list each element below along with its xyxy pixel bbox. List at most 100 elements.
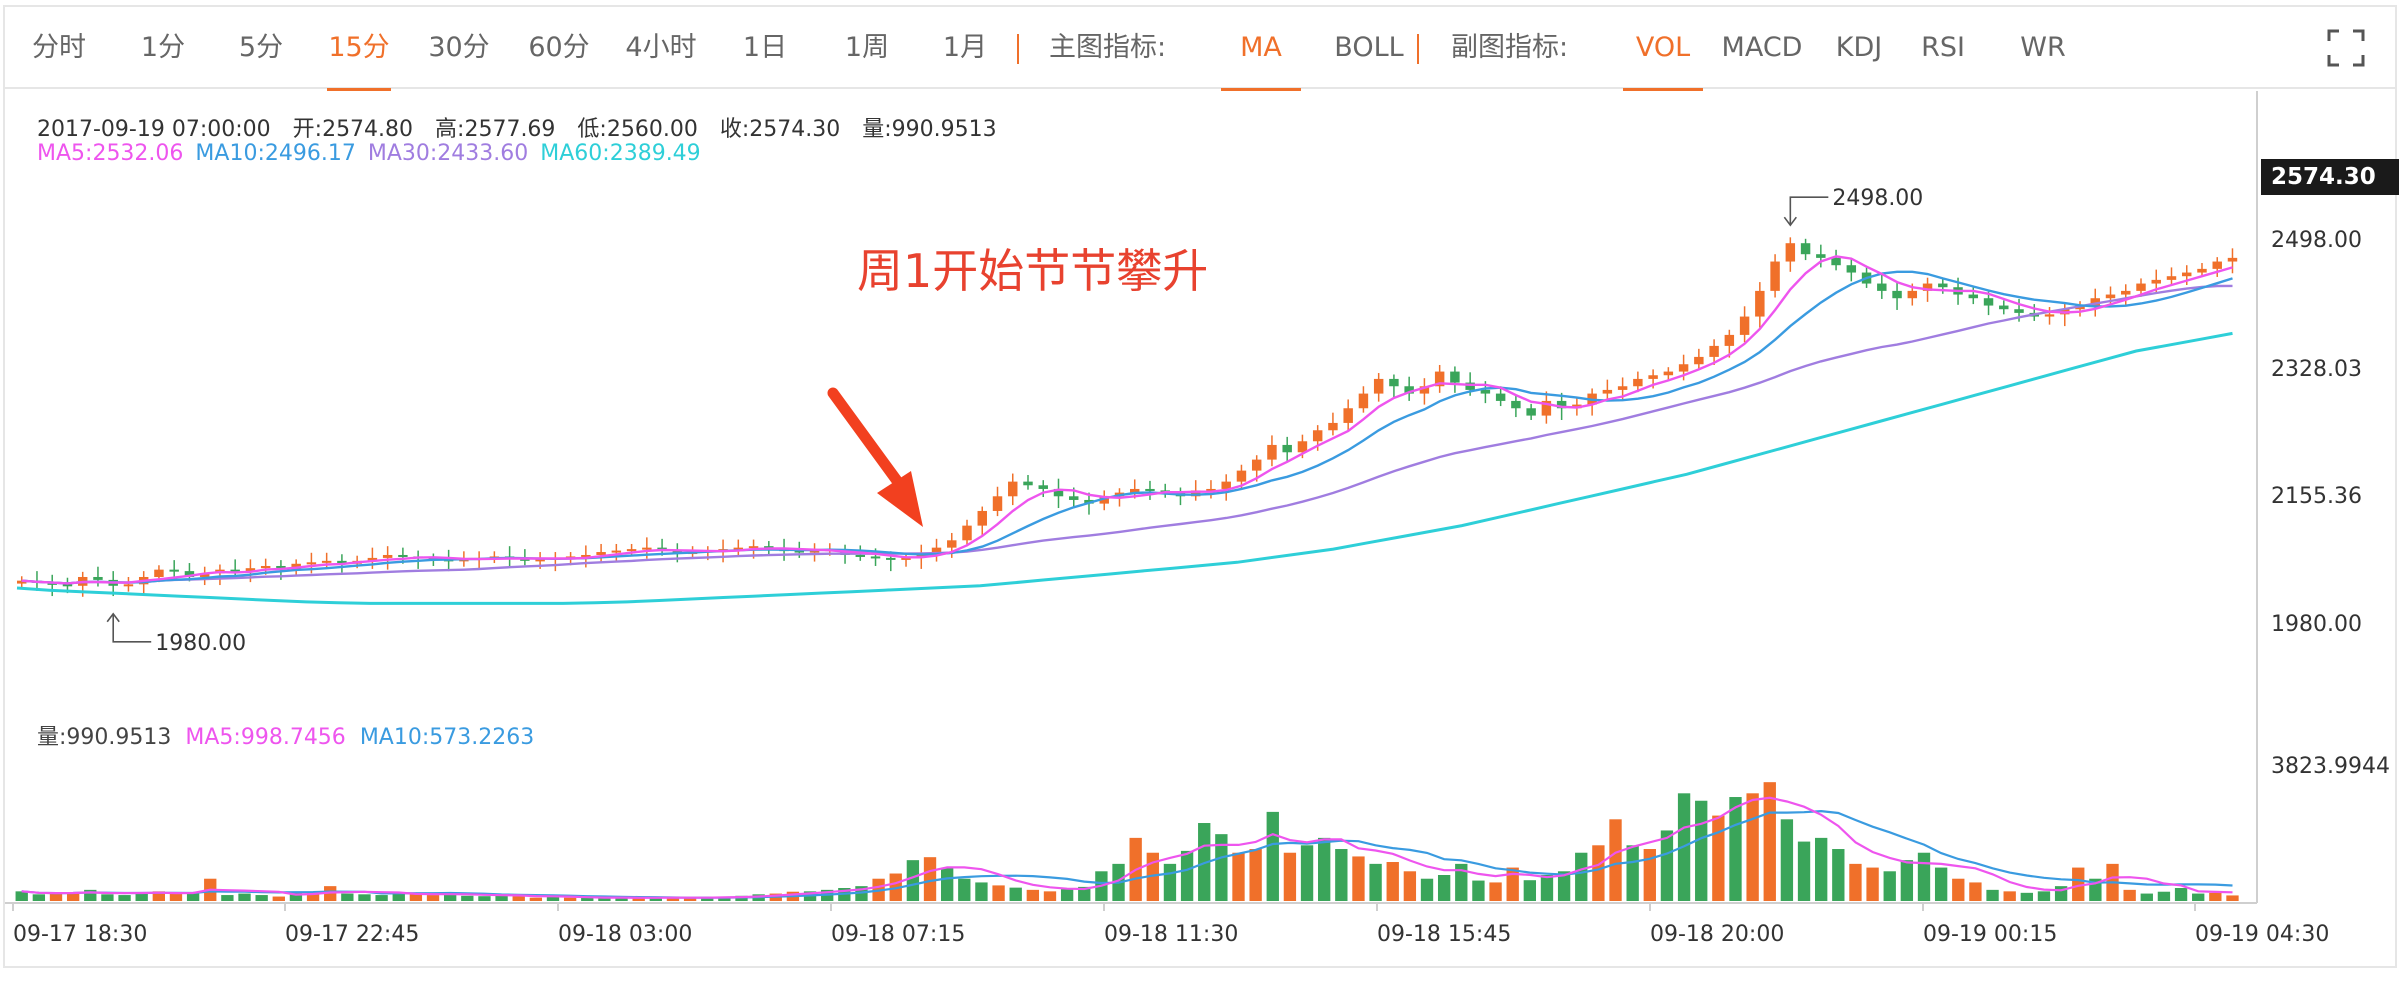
volume-bar xyxy=(1403,871,1417,901)
candle-body xyxy=(2136,283,2146,291)
volume-bar xyxy=(2020,892,2033,901)
period-tab[interactable]: 15分 xyxy=(327,7,391,91)
period-tab[interactable]: 1分 xyxy=(133,7,193,89)
candle-body xyxy=(1877,283,1887,291)
volume-bar xyxy=(272,896,285,901)
main-indicator-label: 主图指标: xyxy=(1049,32,1167,63)
volume-bar xyxy=(1609,819,1622,901)
kline-chart[interactable]: 2498.00 2328.03 2155.36 1980.00 2574.30 3823.… xyxy=(5,91,2399,968)
price-tick-label: 2328.03 xyxy=(2271,357,2362,382)
volume-bar xyxy=(1266,811,1279,901)
volume-bar xyxy=(1026,889,1040,901)
candle-body xyxy=(870,556,881,559)
volume-bar xyxy=(975,882,988,901)
volume-bar xyxy=(1763,782,1776,901)
candle-body xyxy=(1511,400,1521,409)
candle-body xyxy=(2197,268,2207,273)
candle-body xyxy=(1008,481,1018,497)
candle-body xyxy=(1800,243,1811,255)
candle-body xyxy=(1069,496,1079,500)
volume-bar xyxy=(1163,863,1177,901)
volume-bar xyxy=(1180,850,1194,901)
sub-indicator-tab[interactable]: KDJ xyxy=(1825,7,1893,89)
volume-bar xyxy=(1729,797,1742,901)
candle-body xyxy=(1267,444,1277,460)
candle-body xyxy=(1328,422,1338,431)
volume-bar xyxy=(1969,882,1982,901)
volume-bar xyxy=(1952,878,1965,901)
candle-body xyxy=(1724,334,1735,346)
x-tick-label: 09-19 04:30 xyxy=(2195,922,2329,947)
volume-bar xyxy=(341,893,354,901)
period-tab[interactable]: 1周 xyxy=(837,7,897,89)
x-tick-label: 09-17 18:30 xyxy=(13,922,147,947)
candle-body xyxy=(1526,408,1536,416)
volume-bar xyxy=(1575,852,1588,901)
period-tab[interactable]: 1日 xyxy=(735,7,795,89)
volume-bar xyxy=(992,885,1005,901)
volume-bar xyxy=(2003,891,2016,901)
candle-body xyxy=(886,557,896,560)
candle-body xyxy=(2227,257,2238,262)
expand-icon[interactable] xyxy=(2327,29,2365,67)
volume-bar xyxy=(238,893,251,901)
candle-body xyxy=(1663,371,1674,376)
candle-body xyxy=(1648,375,1658,379)
x-tick-label: 09-18 07:15 xyxy=(831,922,965,947)
volume-bar xyxy=(1300,845,1314,901)
candle-body xyxy=(1236,470,1247,482)
candle-body xyxy=(1999,305,2009,310)
period-tab[interactable]: 5分 xyxy=(231,7,291,89)
candle-body xyxy=(154,569,164,577)
volume-bar xyxy=(1386,862,1399,901)
volume-bar xyxy=(2140,893,2153,901)
main-indicator-tab[interactable]: BOLL xyxy=(1323,7,1415,89)
candle-body xyxy=(1907,290,1918,299)
sub-indicator-tab[interactable]: VOL xyxy=(1623,7,1703,91)
volume-bar xyxy=(49,893,63,901)
volume-bar xyxy=(546,896,560,901)
current-price-label: 2574.30 xyxy=(2271,164,2376,190)
candle-body xyxy=(1755,290,1765,317)
period-tab[interactable]: 1月 xyxy=(935,7,995,89)
sub-indicator-tab[interactable]: WR xyxy=(2009,7,2077,89)
candle-body xyxy=(1785,243,1796,262)
x-tick-label: 09-18 15:45 xyxy=(1377,922,1511,947)
main-indicator-tab[interactable]: MA xyxy=(1221,7,1301,91)
candle-body xyxy=(260,565,271,569)
volume-bar xyxy=(1712,815,1725,901)
volume-bar xyxy=(461,895,474,901)
period-tab[interactable]: 分时 xyxy=(27,7,91,89)
candle-body xyxy=(169,569,179,572)
low-marker-line xyxy=(112,613,152,643)
candle-body xyxy=(1023,481,1033,486)
candle-body xyxy=(1678,364,1689,372)
annotation-arrow-head xyxy=(877,471,923,527)
volume-bar xyxy=(255,895,268,901)
candle-body xyxy=(596,552,606,555)
volume-bar xyxy=(2037,891,2051,901)
candle-body xyxy=(1816,254,1826,258)
volume-bar xyxy=(1352,856,1365,901)
candle-body xyxy=(1846,265,1857,273)
candle-body xyxy=(611,550,622,553)
candle-body xyxy=(1602,389,1613,394)
volume-bar xyxy=(1866,867,1879,901)
period-tab[interactable]: 30分 xyxy=(427,7,491,89)
volume-bar xyxy=(221,895,234,901)
period-tab[interactable]: 4小时 xyxy=(623,7,699,89)
toolbar-separator xyxy=(1017,34,1019,64)
volume-bar xyxy=(1540,875,1554,901)
candle-body xyxy=(1739,316,1750,335)
sub-indicator-tab[interactable]: MACD xyxy=(1717,7,1807,89)
volume-bar xyxy=(1249,849,1262,901)
volume-bar xyxy=(529,897,543,901)
volume-bar xyxy=(1883,871,1896,901)
sub-indicator-tab[interactable]: RSI xyxy=(1909,7,1977,89)
candle-body xyxy=(382,554,393,558)
volume-bar xyxy=(923,857,937,901)
volume-bar xyxy=(1043,891,1057,901)
volume-bar xyxy=(118,895,131,901)
period-tab[interactable]: 60分 xyxy=(527,7,591,89)
ma5-line xyxy=(21,255,2233,585)
